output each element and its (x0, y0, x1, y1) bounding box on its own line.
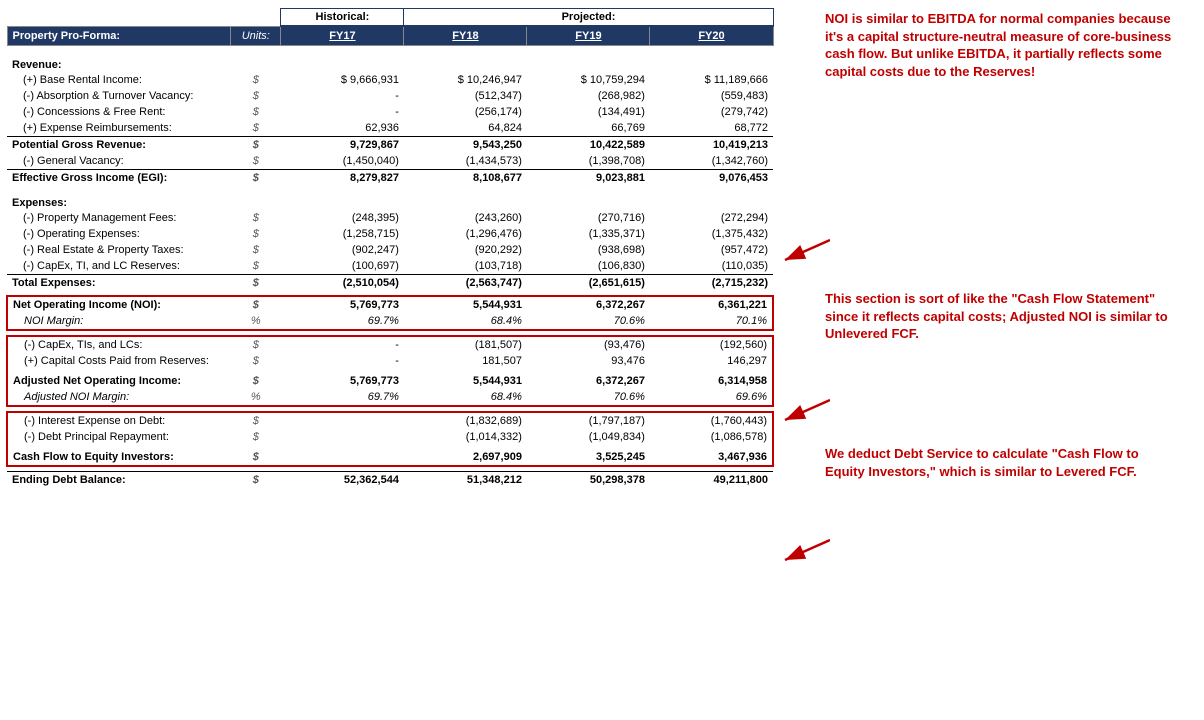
fy18-col-header: FY18 (404, 26, 527, 46)
revenue-spacer (7, 46, 773, 54)
concessions-label: (-) Concessions & Free Rent: (7, 104, 231, 120)
absorption-fy18: (512,347) (404, 88, 527, 104)
concessions-row: (-) Concessions & Free Rent: $ - (256,17… (7, 104, 773, 120)
expense-reimb-row: (+) Expense Reimbursements: $ 62,936 64,… (7, 120, 773, 137)
column-header-row: Property Pro-Forma: Units: FY17 FY18 FY1… (7, 26, 773, 46)
capex-res-row: (-) CapEx, TI, and LC Reserves: $ (100,6… (7, 258, 773, 275)
annotations-section: NOI is similar to EBITDA for normal comp… (780, 0, 1204, 496)
absorption-row: (-) Absorption & Turnover Vacancy: $ - (… (7, 88, 773, 104)
fy17-col-header: FY17 (281, 26, 404, 46)
op-exp-row: (-) Operating Expenses: $ (1,258,715) (1… (7, 226, 773, 242)
fy19-col-header: FY19 (527, 26, 650, 46)
pgr-row: Potential Gross Revenue: $ 9,729,867 9,5… (7, 137, 773, 154)
base-rental-row: (+) Base Rental Income: $ $ 9,666,931 $ … (7, 72, 773, 88)
prop-mgmt-row: (-) Property Management Fees: $ (248,395… (7, 210, 773, 226)
projected-header: Projected: (404, 9, 773, 27)
annotation-2: This section is sort of like the "Cash F… (825, 290, 1175, 343)
annotation-1: NOI is similar to EBITDA for normal comp… (825, 10, 1175, 80)
absorption-units: $ (231, 88, 281, 104)
int-exp-row: (-) Interest Expense on Debt: $ (1,832,6… (7, 412, 773, 429)
base-rental-fy18: $ 10,246,947 (404, 72, 527, 88)
historical-header: Historical: (281, 9, 404, 27)
property-col-header: Property Pro-Forma: (7, 26, 231, 46)
revenue-header-row: Revenue: (7, 53, 773, 72)
gen-vacancy-row: (-) General Vacancy: $ (1,450,040) (1,43… (7, 153, 773, 170)
cf-equity-row: Cash Flow to Equity Investors: $ 2,697,9… (7, 449, 773, 466)
base-rental-label: (+) Base Rental Income: (7, 72, 231, 88)
arrow-2 (780, 390, 830, 433)
super-header-row: Historical: Projected: (7, 9, 773, 27)
arrow-3 (780, 530, 830, 573)
noi-margin-row: NOI Margin: % 69.7% 68.4% 70.6% 70.1% (7, 313, 773, 330)
absorption-label: (-) Absorption & Turnover Vacancy: (7, 88, 231, 104)
financial-table: Historical: Projected: Property Pro-Form… (0, 0, 780, 496)
absorption-fy20: (559,483) (650, 88, 773, 104)
fy20-col-header: FY20 (650, 26, 773, 46)
pro-forma-table: Historical: Projected: Property Pro-Form… (6, 8, 774, 488)
units-super-header (231, 9, 281, 27)
capex-tis-row: (-) CapEx, TIs, and LCs: $ - (181,507) (… (7, 336, 773, 353)
base-rental-units: $ (231, 72, 281, 88)
revenue-label: Revenue: (7, 53, 231, 72)
absorption-fy17: - (281, 88, 404, 104)
noi-row: Net Operating Income (NOI): $ 5,769,773 … (7, 296, 773, 313)
empty-header (7, 9, 231, 27)
base-rental-fy20: $ 11,189,666 (650, 72, 773, 88)
adj-noi-margin-row: Adjusted NOI Margin: % 69.7% 68.4% 70.6%… (7, 389, 773, 406)
arrow-1 (780, 230, 830, 273)
egi-row: Effective Gross Income (EGI): $ 8,279,82… (7, 170, 773, 187)
debt-repay-row: (-) Debt Principal Repayment: $ (1,014,3… (7, 429, 773, 445)
base-rental-fy19: $ 10,759,294 (527, 72, 650, 88)
absorption-fy19: (268,982) (527, 88, 650, 104)
expenses-header-row: Expenses: (7, 191, 773, 210)
base-rental-fy17: $ 9,666,931 (281, 72, 404, 88)
ending-debt-row: Ending Debt Balance: $ 52,362,544 51,348… (7, 472, 773, 489)
units-col-header: Units: (231, 26, 281, 46)
re-taxes-row: (-) Real Estate & Property Taxes: $ (902… (7, 242, 773, 258)
annotation-3: We deduct Debt Service to calculate "Cas… (825, 445, 1175, 480)
cap-costs-row: (+) Capital Costs Paid from Reserves: $ … (7, 353, 773, 369)
total-exp-row: Total Expenses: $ (2,510,054) (2,563,747… (7, 275, 773, 292)
adj-noi-row: Adjusted Net Operating Income: $ 5,769,7… (7, 373, 773, 389)
